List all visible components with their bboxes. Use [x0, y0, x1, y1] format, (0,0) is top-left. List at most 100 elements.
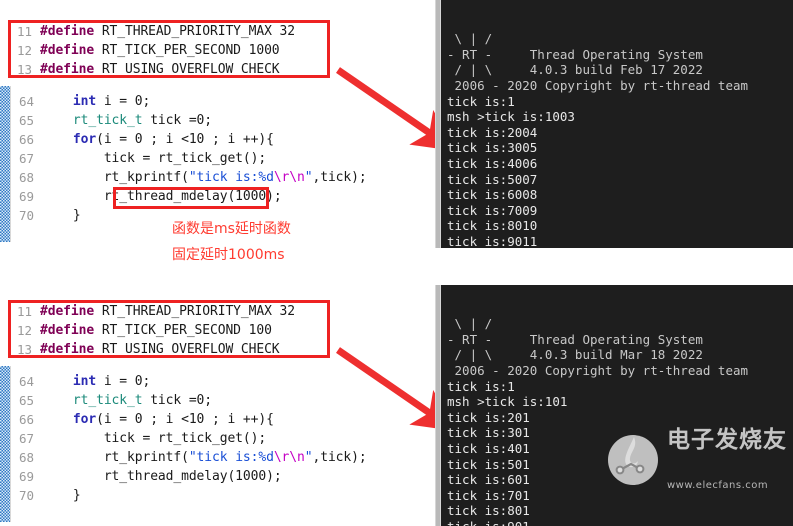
line-number: 67	[18, 151, 34, 166]
code-text: #define RT_USING_OVERFLOW_CHECK	[40, 60, 280, 78]
line-number: 11	[16, 24, 32, 39]
preprocessor-keyword: #define	[40, 342, 95, 357]
code-token: \r\n	[273, 170, 305, 185]
code-token: for	[72, 412, 97, 427]
top-code-row: 64 int i = 0;	[14, 92, 394, 111]
macro-definition: RT_USING_OVERFLOW_CHECK	[94, 62, 280, 77]
macro-definition: RT_TICK_PER_SECOND 100	[94, 323, 272, 338]
code-token: int	[72, 374, 97, 389]
top-terminal-banner-line: - RT - Thread Operating System	[447, 46, 703, 62]
bottom-define-row: 12 #define RT_TICK_PER_SECOND 100	[12, 321, 332, 340]
watermark-brand: 电子发烧友	[667, 427, 787, 453]
code-token: tick =0;	[142, 113, 213, 128]
top-terminal-output-line: tick is:4006	[447, 155, 538, 171]
bottom-terminal-banner-line: - RT - Thread Operating System	[447, 331, 703, 347]
code-token: rt_kprintf(	[103, 450, 189, 465]
line-number: 64	[18, 374, 34, 389]
top-terminal[interactable]: \ | / - RT - Thread Operating System / | …	[441, 0, 793, 248]
bottom-changebar	[0, 366, 10, 522]
top-code-row: 65 rt_tick_t tick =0;	[14, 111, 394, 130]
code-text: rt_thread_mdelay(1000);	[42, 187, 282, 206]
code-text: for(i = 0 ; i <10 ; i ++){	[42, 130, 274, 149]
top-terminal-output-line: tick is:6008	[447, 187, 538, 203]
code-text: #define RT_TICK_PER_SECOND 100	[40, 321, 272, 340]
code-token: "tick is:%d	[188, 450, 274, 465]
code-text: int i = 0;	[42, 92, 150, 111]
line-number: 69	[18, 469, 34, 484]
bottom-define-row: 11 #define RT_THREAD_PRIORITY_MAX 32	[12, 302, 332, 321]
top-define-row: 12 #define RT_TICK_PER_SECOND 1000	[12, 41, 332, 60]
line-number: 12	[16, 43, 32, 58]
line-number: 70	[18, 488, 34, 503]
preprocessor-keyword: #define	[40, 43, 95, 58]
line-number: 66	[18, 132, 34, 147]
code-text: rt_tick_t tick =0;	[42, 391, 212, 410]
code-token: (i = 0 ; i <10 ; i ++){	[96, 132, 274, 147]
bottom-terminal-banner-line: / | \ 4.0.3 build Mar 18 2022	[447, 347, 703, 363]
top-terminal-output-line: tick is:7009	[447, 202, 538, 218]
code-token: tick = rt_tick_get();	[103, 431, 267, 446]
code-token: ,tick);	[312, 450, 367, 465]
bottom-define-row: 13 #define RT_USING_OVERFLOW_CHECK	[12, 340, 332, 358]
code-token: i = 0;	[96, 94, 151, 109]
bottom-terminal-output-line: tick is:1	[447, 378, 515, 394]
code-text: #define RT_THREAD_PRIORITY_MAX 32	[40, 302, 295, 321]
elecfans-logo-icon	[608, 435, 658, 485]
bottom-terminal-banner-line: 2006 - 2020 Copyright by rt-thread team	[447, 362, 749, 378]
code-token: rt_thread_mdelay(1000);	[103, 469, 282, 484]
code-token: tick = rt_tick_get();	[103, 151, 267, 166]
bottom-terminal-banner-line: \ | /	[447, 316, 493, 332]
code-text: rt_kprintf("tick is:%d\r\n",tick);	[42, 448, 367, 467]
preprocessor-keyword: #define	[40, 62, 95, 77]
line-number: 11	[16, 304, 32, 319]
bottom-code-row: 64 int i = 0;	[14, 372, 394, 391]
code-text: #define RT_TICK_PER_SECOND 1000	[40, 41, 280, 60]
code-text: }	[42, 206, 81, 225]
line-number: 65	[18, 113, 34, 128]
line-number: 69	[18, 189, 34, 204]
top-terminal-output-line: tick is:8010	[447, 218, 538, 234]
code-token: }	[72, 488, 81, 503]
code-text: #define RT_USING_OVERFLOW_CHECK	[40, 340, 280, 358]
code-token: rt_tick_t	[72, 393, 143, 408]
code-text: rt_kprintf("tick is:%d\r\n",tick);	[42, 168, 367, 187]
line-number: 68	[18, 450, 34, 465]
line-number: 12	[16, 323, 32, 338]
macro-definition: RT_USING_OVERFLOW_CHECK	[94, 342, 280, 357]
bottom-code-row: 69 rt_thread_mdelay(1000);	[14, 467, 394, 486]
top-define-row: 13 #define RT_USING_OVERFLOW_CHECK	[12, 60, 332, 78]
code-token: rt_thread_mdelay(1000);	[103, 189, 282, 204]
screenshot-root: 11 #define RT_THREAD_PRIORITY_MAX 32 12 #de…	[0, 0, 793, 526]
bottom-code-row: 67 tick = rt_tick_get();	[14, 429, 394, 448]
top-terminal-banner-line: / | \ 4.0.3 build Feb 17 2022	[447, 62, 703, 78]
line-number: 13	[16, 342, 32, 357]
preprocessor-keyword: #define	[40, 323, 95, 338]
code-token: for	[72, 132, 97, 147]
code-token: ,tick);	[312, 170, 367, 185]
macro-definition: RT_THREAD_PRIORITY_MAX 32	[94, 24, 295, 39]
bottom-editor-edge	[10, 366, 11, 522]
top-code-row: 69 rt_thread_mdelay(1000);	[14, 187, 394, 206]
line-number: 70	[18, 208, 34, 223]
code-token: rt_tick_t	[72, 113, 143, 128]
annotation-line-2: 固定延时1000ms	[172, 247, 285, 263]
code-text: tick = rt_tick_get();	[42, 149, 266, 168]
preprocessor-keyword: #define	[40, 24, 95, 39]
top-changebar	[0, 86, 10, 242]
bottom-terminal[interactable]: \ | / - RT - Thread Operating System / | …	[441, 285, 793, 526]
code-token: }	[72, 208, 81, 223]
watermark-text: 电子发烧友 www.elecfans.com	[667, 404, 787, 516]
top-terminal-banner-line: 2006 - 2020 Copyright by rt-thread team	[447, 77, 749, 93]
top-terminal-banner-line: \ | /	[447, 31, 493, 47]
code-token: tick =0;	[142, 393, 213, 408]
